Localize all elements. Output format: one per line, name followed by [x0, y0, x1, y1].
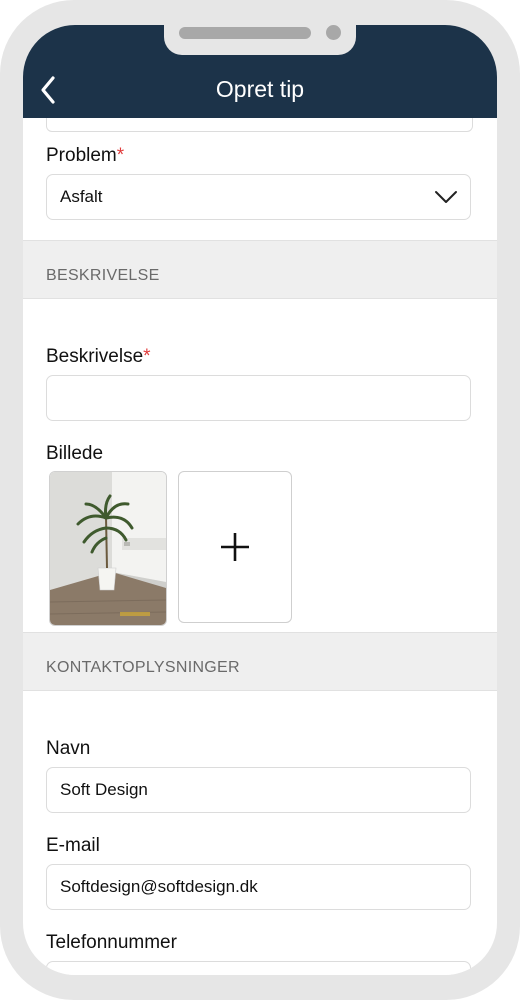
description-label: Beskrivelse*	[46, 346, 151, 367]
speaker-grille	[179, 27, 311, 39]
app-screen: Opret tip Problem* Asfalt BESKRIVELSE Be…	[23, 25, 497, 975]
phone-notch	[164, 25, 356, 55]
email-label: E-mail	[46, 835, 100, 856]
section-header-description: BESKRIVELSE	[23, 240, 497, 299]
email-input[interactable]: Softdesign@softdesign.dk	[46, 864, 471, 910]
section-header-contact: KONTAKTOPLYSNINGER	[23, 632, 497, 691]
chevron-down-icon	[435, 191, 457, 203]
image-label: Billede	[46, 443, 104, 464]
description-input[interactable]	[46, 375, 471, 421]
phone-frame: Opret tip Problem* Asfalt BESKRIVELSE Be…	[0, 0, 520, 1000]
name-label: Navn	[46, 738, 91, 759]
phone-label: Telefonnummer	[46, 932, 177, 953]
front-camera	[326, 25, 341, 40]
plus-icon	[221, 533, 249, 561]
phone-input[interactable]: 39660200	[46, 961, 471, 975]
plant-photo	[50, 472, 166, 625]
add-photo-button[interactable]	[178, 471, 292, 623]
problem-select-value: Asfalt	[60, 187, 103, 206]
photo-thumbnail[interactable]	[49, 471, 167, 626]
required-mark: *	[143, 346, 151, 367]
name-input[interactable]: Soft Design	[46, 767, 471, 813]
required-mark: *	[116, 145, 125, 166]
problem-select[interactable]: Asfalt	[46, 174, 471, 220]
page-title: Opret tip	[215, 76, 305, 102]
problem-label: Problem*	[46, 145, 125, 166]
